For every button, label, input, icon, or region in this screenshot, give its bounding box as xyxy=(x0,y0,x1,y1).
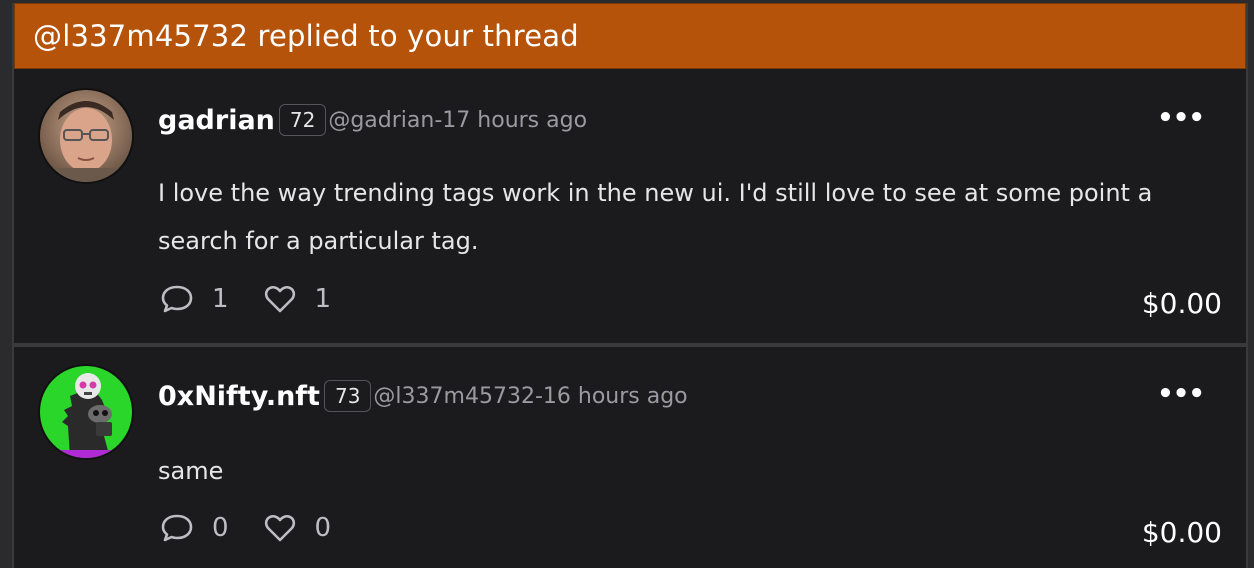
more-options-button[interactable]: ••• xyxy=(1157,103,1205,133)
heart-icon xyxy=(264,514,295,542)
timestamp[interactable]: 17 hours ago xyxy=(442,108,587,133)
like-button[interactable]: 0 xyxy=(263,513,332,543)
more-options-button[interactable]: ••• xyxy=(1157,379,1205,409)
notification-title: @l337m45732 replied to your thread xyxy=(33,19,579,53)
separator: - xyxy=(434,107,443,133)
username-link[interactable]: 0xNifty.nft xyxy=(158,381,320,412)
user-handle[interactable]: @l337m45732 xyxy=(373,384,535,409)
avatar[interactable] xyxy=(38,88,134,184)
reputation-badge: 73 xyxy=(323,380,372,412)
notification-banner[interactable]: @l337m45732 replied to your thread xyxy=(14,3,1246,69)
post-header: 0xNifty.nft 73 @l337m45732 - 16 hours ag… xyxy=(158,380,688,412)
payout-value[interactable]: $0.00 xyxy=(1142,287,1222,320)
post-actions: 0 0 xyxy=(160,513,365,543)
comment-button[interactable]: 0 xyxy=(160,513,229,543)
heart-icon xyxy=(264,285,295,313)
post-card: gadrian 72 @gadrian - 17 hours ago ••• I… xyxy=(14,69,1246,343)
post-actions: 1 1 xyxy=(160,284,365,314)
payout-value[interactable]: $0.00 xyxy=(1142,516,1222,549)
like-button[interactable]: 1 xyxy=(263,284,332,314)
comment-count: 0 xyxy=(212,513,229,543)
comment-button[interactable]: 1 xyxy=(160,284,229,314)
post-card: 0xNifty.nft 73 @l337m45732 - 16 hours ag… xyxy=(14,347,1246,568)
username-link[interactable]: gadrian xyxy=(158,105,275,136)
user-photo-avatar-icon xyxy=(40,90,132,182)
comment-count: 1 xyxy=(212,284,229,314)
nft-skull-avatar-icon xyxy=(40,366,132,458)
speech-bubble-icon xyxy=(161,285,193,313)
timestamp[interactable]: 16 hours ago xyxy=(543,384,688,409)
like-count: 1 xyxy=(314,284,332,314)
separator: - xyxy=(534,383,543,409)
post-body: same xyxy=(158,457,224,485)
user-handle[interactable]: @gadrian xyxy=(328,108,434,133)
post-header: gadrian 72 @gadrian - 17 hours ago xyxy=(158,104,587,136)
avatar[interactable] xyxy=(38,364,134,460)
speech-bubble-icon xyxy=(161,514,193,542)
like-count: 0 xyxy=(314,513,332,543)
post-body: I love the way trending tags work in the… xyxy=(158,179,1153,255)
notification-panel: @l337m45732 replied to your thread gadri… xyxy=(12,3,1248,568)
reputation-badge: 72 xyxy=(278,104,327,136)
